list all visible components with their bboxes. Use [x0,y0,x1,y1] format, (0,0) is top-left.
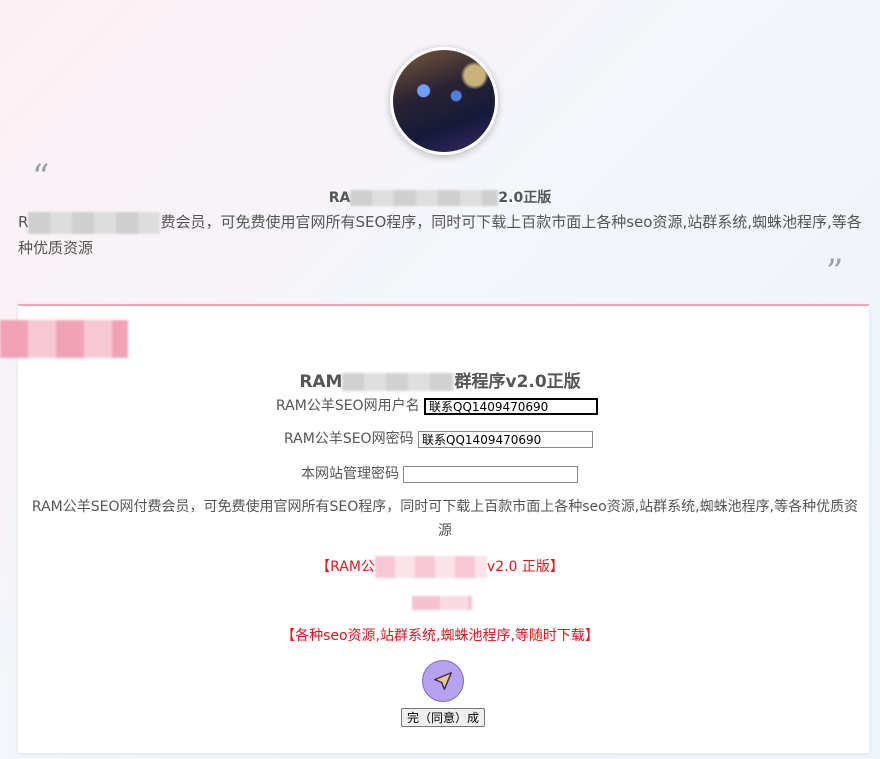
admin-password-row: 本网站管理密码 [301,463,579,483]
form-title-prefix: RAM [299,372,343,392]
redacted-block [0,320,128,358]
username-label: RAM公羊SEO网用户名 [276,398,420,414]
username-input[interactable] [424,397,599,415]
version-note: 【RAM公 v2.0 正版】 [0,556,880,578]
password-row: RAM公羊SEO网密码 [284,428,594,448]
send-icon [434,672,452,690]
header-title: RA 2.0正版 [0,187,880,207]
header-desc-prefix: R [18,213,29,231]
resources-note: 【各种seo资源,站群系统,蜘蛛池程序,等随时下载】 [281,628,599,644]
agree-button[interactable]: 完（同意）成 [401,708,485,727]
form-title-suffix: 群程序v2.0正版 [454,372,581,392]
quote-close-icon: ” [826,252,844,292]
version-suffix: v2.0 正版】 [486,559,564,575]
avatar [390,47,498,155]
redacted-block [350,190,499,206]
username-row: RAM公羊SEO网用户名 [276,395,599,415]
redacted-block [28,211,161,234]
header-description: R 费会员，可免费使用官网所有SEO程序，同时可下载上百款市面上各种seo资源,站… [18,209,863,261]
redacted-block [342,373,455,391]
header-title-prefix: RA [328,190,351,206]
admin-password-input[interactable] [403,465,579,483]
send-button[interactable] [422,660,464,702]
form-title: RAM 群程序v2.0正版 [0,367,880,392]
password-input[interactable] [418,430,594,448]
version-prefix: 【RAM公 [316,559,375,575]
admin-password-label: 本网站管理密码 [301,466,399,482]
redacted-block [412,596,472,610]
form-description: RAM公羊SEO网付费会员，可免费使用官网所有SEO程序，同时可下载上百款市面上… [31,499,859,539]
header-title-suffix: 2.0正版 [498,190,552,206]
password-label: RAM公羊SEO网密码 [284,431,414,447]
redacted-block [374,556,487,578]
